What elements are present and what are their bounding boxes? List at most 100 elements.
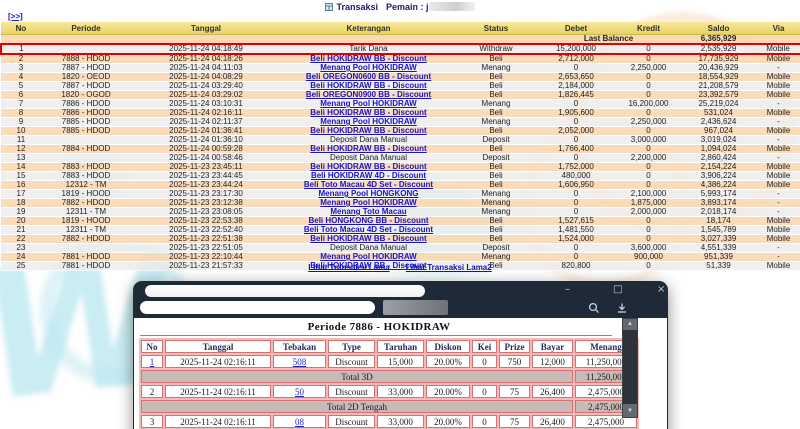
keterangan-link[interactable]: Beli HOKIDRAW BB - Discount: [310, 54, 426, 63]
keterangan-link[interactable]: Menang Pool HOKIDRAW: [320, 199, 416, 207]
cell-no: 18: [1, 198, 41, 208]
cell-no: 14: [1, 162, 41, 172]
cell-no: 13: [1, 153, 41, 163]
cell-no: 16: [1, 180, 41, 190]
keterangan-link[interactable]: Menang Pool HOKIDRAW: [320, 118, 416, 126]
cell-periode: [41, 135, 131, 145]
table-row: 1 2025-11-24 04:18:49 Tarik Dana Withdraw 15…: [0, 43, 800, 55]
cell-via: -: [756, 135, 800, 145]
cell-status: Beli: [456, 225, 536, 235]
cell-debet: 1,766,400: [536, 144, 616, 154]
scrollbar[interactable]: ▲ ▼: [622, 318, 638, 418]
cell-no: 23: [1, 243, 41, 253]
keterangan-link[interactable]: Beli Toto Macau 4D Set - Discount: [304, 181, 433, 189]
keterangan-link[interactable]: Beli HOKIDRAW BB - Discount: [310, 82, 426, 90]
download-icon[interactable]: [616, 302, 628, 314]
scrollbar-thumb[interactable]: [623, 330, 637, 404]
cell-via: -: [756, 117, 800, 127]
cell-debet: 0: [536, 63, 616, 73]
maximize-button[interactable]: □: [613, 283, 622, 297]
redacted-box: [383, 300, 448, 315]
browser-tab-redacted[interactable]: [145, 285, 425, 297]
keterangan-link[interactable]: Menang Pool HONGKONG: [319, 190, 419, 198]
cell-kredit: 0: [616, 54, 681, 64]
cell-status: Beli: [456, 180, 536, 190]
cell-keterangan: Beli HOKIDRAW BB - Discount: [281, 108, 456, 118]
keterangan-link[interactable]: Beli HONGKONG BB - Discount: [308, 217, 428, 225]
keterangan-link[interactable]: Menang Pool HOKIDRAW: [320, 253, 416, 261]
keterangan-link[interactable]: Menang Pool HOKIDRAW: [320, 100, 416, 108]
cell-via: Mobile: [756, 171, 800, 181]
cell-no: 1: [0, 43, 41, 55]
table-row: 13 2025-11-24 00:58:46 Deposit Dana Manual…: [1, 153, 800, 163]
cell-saldo: 1,545,789: [681, 225, 756, 235]
expand-link[interactable]: [>>]: [8, 12, 23, 21]
tebakan-link[interactable]: 50: [295, 387, 304, 397]
cell-tanggal: 2025-11-24 03:29:40: [131, 81, 281, 91]
transactions-icon: [325, 3, 334, 11]
keterangan-link[interactable]: Beli HOKIDRAW BB - Discount: [310, 109, 426, 117]
keterangan-link[interactable]: Beli HOKIDRAW BB - Discount: [310, 127, 426, 135]
cell-periode: 7886 - HDOD: [41, 108, 131, 118]
cell-debet: 2,184,000: [536, 81, 616, 91]
cell-kredit: 0: [616, 90, 681, 100]
scroll-up-icon[interactable]: ▲: [623, 319, 637, 330]
table-row: 3 7887 - HDOD 2025-11-24 04:11:03 Menang Po…: [1, 63, 800, 73]
cell-tanggal: 2025-11-24 04:11:03: [131, 63, 281, 73]
bet-prize: 750: [499, 355, 530, 368]
cell-status: Menang: [456, 198, 536, 208]
table-row: 4 1820 - OEOD 2025-11-24 04:08:29 Beli OREG…: [1, 72, 800, 82]
keterangan-link[interactable]: Beli HOKIDRAW BB - Discount: [310, 235, 426, 243]
cell-empty: [456, 34, 536, 45]
cell-tanggal: 2025-11-24 04:08:29: [131, 72, 281, 82]
keterangan-link[interactable]: Menang Pool HOKIDRAW: [320, 64, 416, 72]
scroll-down-icon[interactable]: ▼: [623, 406, 637, 417]
address-bar-redacted[interactable]: [140, 301, 375, 314]
cell-keterangan: Menang Pool HOKIDRAW: [281, 63, 456, 73]
cell-kredit: 1,875,000: [616, 198, 681, 208]
link-lihat-transaksi-lama2[interactable]: Lihat Transaksi Lama2: [406, 263, 492, 272]
cell-saldo: 2,535,929: [681, 43, 756, 55]
keterangan-link[interactable]: Beli HOKIDRAW BB - Discount: [310, 145, 426, 153]
keterangan-link[interactable]: Beli OREGON0600 BB - Discount: [306, 73, 431, 81]
bet-taruhan: 33,000: [377, 415, 424, 428]
keterangan-link[interactable]: Beli OREGON0900 BB - Discount: [306, 91, 431, 99]
cell-via: Mobile: [756, 108, 800, 118]
cell-via: Mobile: [756, 126, 800, 136]
cell-saldo: 23,392,579: [681, 90, 756, 100]
column-header: Tanggal: [131, 22, 281, 35]
bet-taruhan: 33,000: [377, 385, 424, 398]
bet-kei: 0: [472, 415, 497, 428]
tebakan-link[interactable]: 508: [293, 357, 307, 367]
table-row: 17 1819 - HOOD 2025-11-23 23:17:30 Menang P…: [1, 189, 800, 199]
bet-no: 3: [141, 415, 163, 428]
cell-saldo: 2,436,624: [681, 117, 756, 127]
close-icon[interactable]: ×: [657, 283, 665, 297]
tebakan-link[interactable]: 08: [295, 417, 304, 427]
minimize-button[interactable]: –: [565, 283, 570, 297]
keterangan-link[interactable]: Beli Toto Macau 4D Set - Discount: [304, 226, 433, 234]
last-balance-saldo: 6,365,929: [681, 34, 756, 45]
cell-debet: 1,481,550: [536, 225, 616, 235]
last-balance-label: Last Balance: [536, 34, 681, 45]
bet-bayar: 26,400: [532, 415, 573, 428]
total-label: Total 2D Tengah: [141, 400, 573, 413]
keterangan-link[interactable]: Menang Toto Macau: [330, 208, 406, 216]
keterangan-link[interactable]: Beli HOKIDRAW BB - Discount: [310, 163, 426, 171]
zoom-icon[interactable]: [588, 302, 600, 314]
bets-column-header: Diskon: [426, 340, 470, 353]
cell-tanggal: 2025-11-23 22:10:44: [131, 252, 281, 262]
total-label: Total 3D: [141, 370, 573, 383]
cell-tanggal: 2025-11-24 01:36:41: [131, 126, 281, 136]
bet-no-link[interactable]: 1: [150, 357, 155, 367]
cell-via: Mobile: [756, 54, 800, 64]
link-lihat-transaksi-lama[interactable]: Lihat Transaksi Lama: [308, 263, 389, 272]
cell-periode: 1820 - OGOD: [41, 90, 131, 100]
keterangan-link[interactable]: Beli HOKIDRAW 4D - Discount: [311, 172, 426, 180]
table-row: 7 7886 - HDOD 2025-11-24 03:10:31 Menang Po…: [1, 99, 800, 109]
cell-via: -: [756, 63, 800, 73]
cell-keterangan: Menang Pool HOKIDRAW: [281, 99, 456, 109]
cell-keterangan: Menang Pool HONGKONG: [281, 189, 456, 199]
bet-row: 3 2025-11-24 02:16:11 08 Discount 33,000 20.0…: [141, 415, 637, 428]
bet-diskon: 20.00%: [426, 385, 470, 398]
